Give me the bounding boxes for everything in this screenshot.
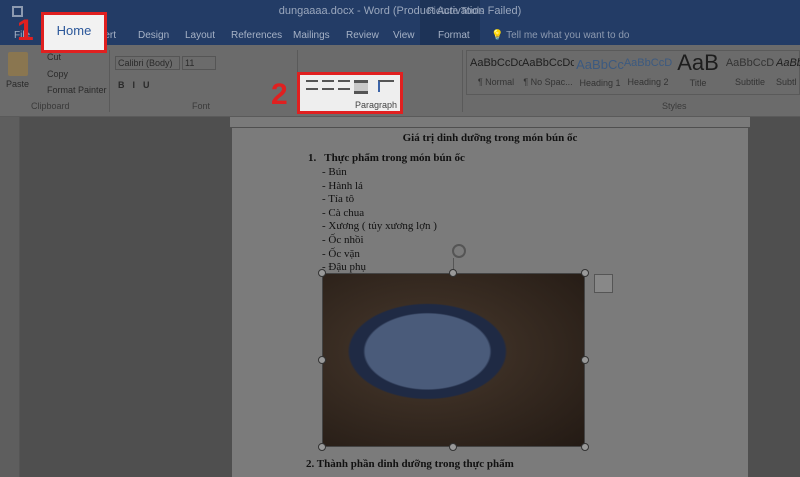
style-name: ¶ Normal — [477, 77, 515, 87]
format-painter-button[interactable]: Format Painter — [47, 85, 107, 95]
font-size-select[interactable]: 11 — [182, 56, 216, 70]
paragraph-group-label: Paragraph — [355, 100, 398, 110]
tab-home-label: Home — [56, 23, 92, 38]
align-left-icon[interactable] — [306, 80, 318, 90]
step-2-marker: 2 — [271, 78, 288, 111]
section-2-heading: 2. Thành phần dinh dưỡng trong thực phẩm — [306, 458, 514, 470]
cut-button[interactable]: Cut — [47, 52, 61, 62]
food-image[interactable] — [322, 273, 585, 447]
picture-tools-label: Picture Tools — [427, 6, 485, 17]
step-1-marker: 1 — [17, 14, 34, 47]
alignment-buttons — [306, 80, 394, 94]
list-item: - Bún — [322, 166, 347, 178]
ingredient-list: - Bún - Hành lá - Tía tô - Cà chua - Xươ… — [322, 166, 437, 275]
list-item: - Ốc nhồi — [322, 233, 364, 246]
tab-references[interactable]: References — [231, 30, 282, 41]
tab-mailings[interactable]: Mailings — [293, 30, 330, 41]
tab-home[interactable]: Home — [41, 12, 107, 53]
resize-handle[interactable] — [581, 356, 589, 364]
list-item: - Xương ( tủy xương lợn ) — [322, 220, 437, 233]
style-name: Heading 1 — [579, 78, 621, 88]
justify-icon[interactable] — [354, 80, 368, 94]
style-heading-2[interactable]: AaBbCcD Heading 2 — [622, 57, 674, 87]
rotate-handle-icon[interactable] — [452, 244, 466, 258]
paste-icon[interactable] — [8, 52, 28, 76]
paragraph-group: Paragraph — [297, 72, 403, 114]
layout-options-icon[interactable] — [594, 274, 613, 293]
divider — [462, 50, 463, 112]
style-no-spacing[interactable]: AaBbCcDc ¶ No Spac... — [522, 57, 574, 87]
tab-layout[interactable]: Layout — [185, 30, 215, 41]
vertical-ruler[interactable] — [0, 117, 20, 477]
divider — [109, 50, 110, 112]
list-item: - Cà chua — [322, 206, 365, 219]
resize-handle[interactable] — [581, 269, 589, 277]
style-sample: AaBbCcDc — [470, 57, 522, 69]
style-title[interactable]: AaB Title — [672, 50, 724, 88]
line-spacing-icon[interactable] — [378, 80, 394, 92]
window-title: dungaaaa.docx - Word (Product Activation… — [278, 5, 522, 17]
style-sample: AaBbCcDc — [522, 57, 574, 69]
style-name: Subtitle — [734, 77, 766, 87]
style-name: Title — [689, 78, 707, 88]
style-sample: AaBb — [776, 57, 800, 69]
tab-review[interactable]: Review — [346, 30, 379, 41]
style-name: ¶ No Spac... — [523, 77, 573, 87]
resize-handle[interactable] — [318, 356, 326, 364]
copy-button[interactable]: Copy — [47, 69, 68, 79]
section-1-heading: 1. Thực phẩm trong món bún ốc — [308, 152, 465, 164]
style-name: Heading 2 — [627, 77, 669, 87]
list-item: - Hành lá — [322, 179, 363, 192]
paste-button[interactable]: Paste — [6, 79, 29, 89]
list-item: - Ốc vặn — [322, 247, 360, 260]
style-sample: AaBbCc — [576, 57, 624, 72]
font-group-label: Font — [192, 101, 211, 111]
align-right-icon[interactable] — [338, 80, 350, 90]
resize-handle[interactable] — [318, 269, 326, 277]
list-item: - Tía tô — [322, 193, 355, 206]
style-sample: AaBbCcD — [725, 57, 775, 69]
tab-design[interactable]: Design — [138, 30, 169, 41]
resize-handle[interactable] — [449, 443, 457, 451]
tell-me-search[interactable]: 💡 Tell me what you want to do — [491, 30, 629, 41]
resize-handle[interactable] — [318, 443, 326, 451]
document-heading: Giá trị dinh dưỡng trong món bún ốc — [402, 132, 578, 144]
styles-group-label: Styles — [662, 101, 687, 111]
style-subtitle[interactable]: AaBbCcD Subtitle — [724, 57, 776, 87]
font-format-buttons[interactable]: BIU — [118, 80, 158, 90]
style-subtle[interactable]: AaBb Subtl — [776, 57, 800, 87]
clipboard-group-label: Clipboard — [31, 101, 70, 111]
tab-view[interactable]: View — [393, 30, 415, 41]
style-name: Subtl — [776, 77, 797, 87]
horizontal-ruler[interactable] — [230, 117, 750, 127]
style-sample: AaB — [677, 50, 719, 75]
style-normal[interactable]: AaBbCcDc ¶ Normal — [470, 57, 522, 87]
align-center-icon[interactable] — [322, 80, 334, 90]
resize-handle[interactable] — [449, 269, 457, 277]
tab-format[interactable]: Format — [438, 30, 470, 41]
font-name-select[interactable]: Calibri (Body) — [115, 56, 180, 70]
style-sample: AaBbCcD — [623, 57, 673, 69]
style-heading-1[interactable]: AaBbCc Heading 1 — [574, 57, 626, 88]
resize-handle[interactable] — [581, 443, 589, 451]
tell-me-text: Tell me what you want to do — [506, 30, 630, 41]
